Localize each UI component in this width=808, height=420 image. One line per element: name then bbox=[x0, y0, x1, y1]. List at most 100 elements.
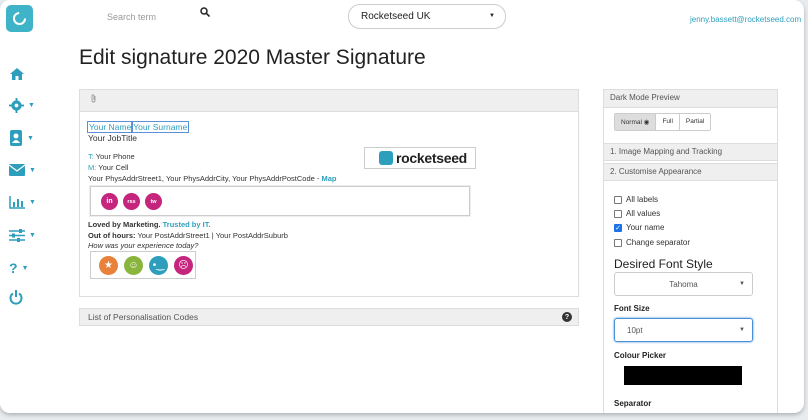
checkbox-label: Change separator bbox=[626, 238, 691, 247]
checkbox-change-separator[interactable]: Change separator bbox=[614, 238, 690, 247]
search-icon[interactable] bbox=[200, 7, 211, 20]
page-title: Edit signature 2020 Master Signature bbox=[79, 46, 426, 69]
phone-prefix: T: bbox=[88, 152, 94, 161]
address-value: Your PhysAddrStreet1, Your PhysAddrCity,… bbox=[88, 174, 322, 183]
cell-prefix: M: bbox=[88, 163, 97, 172]
checkbox-box[interactable] bbox=[614, 238, 622, 247]
colour-picker-swatch[interactable] bbox=[624, 366, 742, 385]
checkbox-your-name[interactable]: ✓ Your name bbox=[614, 223, 664, 232]
address-line: Your PhysAddrStreet1, Your PhysAddrCity,… bbox=[88, 174, 478, 183]
logo-icon bbox=[12, 11, 27, 26]
signature-editor: Your Name Your Surname Your JobTitle T: Y… bbox=[79, 89, 579, 297]
envelope-icon bbox=[9, 164, 25, 176]
home-icon bbox=[10, 68, 24, 80]
contacts-icon bbox=[10, 130, 22, 146]
checkmark-icon[interactable]: ✓ bbox=[614, 223, 622, 232]
first-name-placeholder[interactable]: Your Name bbox=[86, 121, 134, 133]
user-email-link[interactable]: jenny.bassett@rocketseed.com bbox=[690, 15, 801, 24]
app-window: ▼ ▼ ▼ ▼ ▼ ? ▼ Search term Rocketseed UK … bbox=[0, 0, 804, 413]
sad-face-icon[interactable]: ☹ bbox=[174, 256, 193, 275]
font-size-value: 10pt bbox=[627, 325, 643, 335]
experience-question: How was your experience today? bbox=[88, 241, 199, 250]
social-banner[interactable]: in rss tw bbox=[90, 186, 470, 216]
checkbox-label: All labels bbox=[626, 195, 659, 204]
font-style-value: Tahoma bbox=[669, 279, 698, 289]
mode-full-button[interactable]: Full bbox=[656, 114, 680, 130]
sidebar-item-settings[interactable]: ▼ bbox=[9, 98, 35, 113]
mode-normal-button[interactable]: Normal ◉ bbox=[615, 114, 657, 130]
font-style-select[interactable]: Tahoma ▼ bbox=[614, 272, 753, 296]
app-logo[interactable] bbox=[6, 5, 33, 32]
bar-chart-icon bbox=[9, 196, 25, 209]
chevron-down-icon: ▼ bbox=[29, 199, 36, 206]
sidebar-item-filters[interactable]: ▼ bbox=[9, 229, 36, 242]
star-face-icon[interactable]: ★ bbox=[99, 256, 118, 275]
font-size-select[interactable]: 10pt ▼ bbox=[614, 318, 753, 342]
rocketseed-logo-text: rocketseed bbox=[396, 150, 467, 166]
sidebar-item-help[interactable]: ? ▼ bbox=[9, 260, 29, 276]
sidebar: ▼ ▼ ▼ ▼ ▼ ? ▼ bbox=[0, 0, 46, 413]
chevron-down-icon: ▼ bbox=[29, 232, 36, 239]
separator-label: Separator bbox=[614, 399, 652, 408]
gear-icon bbox=[9, 98, 24, 113]
checkbox-all-values[interactable]: All values bbox=[614, 209, 660, 218]
appearance-panel: Dark Mode Preview Normal ◉ Full Partial … bbox=[603, 89, 778, 413]
sliders-icon bbox=[9, 229, 25, 242]
power-icon bbox=[9, 290, 23, 305]
sidebar-item-contacts[interactable]: ▼ bbox=[9, 130, 34, 146]
dark-mode-header: Dark Mode Preview bbox=[604, 90, 777, 108]
section-customise-appearance[interactable]: 2. Customise Appearance bbox=[604, 163, 777, 181]
chevron-down-icon: ▼ bbox=[29, 166, 36, 174]
search-placeholder: Search term bbox=[107, 12, 157, 22]
happy-face-icon[interactable]: ☺ bbox=[124, 256, 143, 275]
job-title: Your JobTitle bbox=[88, 133, 137, 143]
signature-preview[interactable]: Your Name Your Surname Your JobTitle T: Y… bbox=[86, 121, 478, 279]
checkbox-label: All values bbox=[626, 209, 661, 218]
mode-normal-label: Normal bbox=[621, 119, 642, 126]
surname-placeholder[interactable]: Your Surname bbox=[131, 121, 190, 133]
trusted-text: Trusted by IT. bbox=[162, 220, 211, 229]
personalisation-codes-label: List of Personalisation Codes bbox=[88, 312, 199, 322]
loved-text: Loved by Marketing. bbox=[88, 220, 163, 229]
account-select[interactable]: Rocketseed UK ▼ bbox=[348, 4, 506, 29]
section-image-mapping[interactable]: 1. Image Mapping and Tracking bbox=[604, 143, 777, 161]
signature-name-line: Your Name Your Surname bbox=[86, 121, 478, 133]
cell-value: Your Cell bbox=[98, 163, 129, 172]
font-style-label: Desired Font Style bbox=[614, 257, 713, 271]
chevron-down-icon: ▼ bbox=[739, 327, 745, 333]
loved-line: Loved by Marketing. Trusted by IT. bbox=[88, 220, 211, 229]
out-of-hours-label: Out of hours: bbox=[88, 231, 136, 240]
chevron-down-icon: ▼ bbox=[489, 13, 495, 19]
help-icon[interactable]: ? bbox=[562, 312, 572, 322]
feedback-banner[interactable]: ★ ☺ •‿ ☹ bbox=[90, 251, 196, 279]
out-of-hours-line: Out of hours: Your PostAddrStreet1 | You… bbox=[88, 231, 288, 240]
personalisation-codes-bar[interactable]: List of Personalisation Codes ? bbox=[79, 308, 579, 326]
rocketseed-logo-mark bbox=[379, 151, 393, 165]
chevron-down-icon: ▼ bbox=[27, 134, 34, 142]
colour-picker-label: Colour Picker bbox=[614, 351, 667, 360]
twitter-icon[interactable]: tw bbox=[145, 193, 162, 210]
sidebar-item-reports[interactable]: ▼ bbox=[9, 196, 36, 209]
checkbox-box[interactable] bbox=[614, 209, 622, 218]
out-of-hours-value: Your PostAddrStreet1 | Your PostAddrSubu… bbox=[135, 231, 288, 240]
sidebar-item-logout[interactable] bbox=[9, 290, 23, 305]
checkbox-box[interactable] bbox=[614, 195, 622, 204]
rocketseed-logo[interactable]: rocketseed bbox=[364, 147, 476, 169]
rss-icon[interactable]: rss bbox=[123, 193, 140, 210]
checkbox-all-labels[interactable]: All labels bbox=[614, 195, 658, 204]
account-select-value: Rocketseed UK bbox=[361, 11, 431, 22]
sidebar-item-mail[interactable]: ▼ bbox=[9, 164, 36, 176]
linkedin-icon[interactable]: in bbox=[101, 193, 118, 210]
paperclip-icon[interactable] bbox=[90, 94, 97, 105]
editor-toolbar bbox=[80, 90, 578, 112]
dark-mode-toggle: Normal ◉ Full Partial bbox=[614, 113, 712, 131]
neutral-face-icon[interactable]: •‿ bbox=[149, 256, 168, 275]
chevron-down-icon: ▼ bbox=[21, 264, 29, 272]
mode-partial-button[interactable]: Partial bbox=[679, 114, 711, 130]
question-icon: ? bbox=[9, 260, 18, 276]
map-link[interactable]: Map bbox=[321, 174, 336, 183]
phone-value: Your Phone bbox=[95, 152, 135, 161]
sidebar-item-home[interactable] bbox=[9, 67, 25, 81]
font-size-label: Font Size bbox=[614, 304, 650, 313]
chevron-down-icon: ▼ bbox=[739, 281, 745, 287]
